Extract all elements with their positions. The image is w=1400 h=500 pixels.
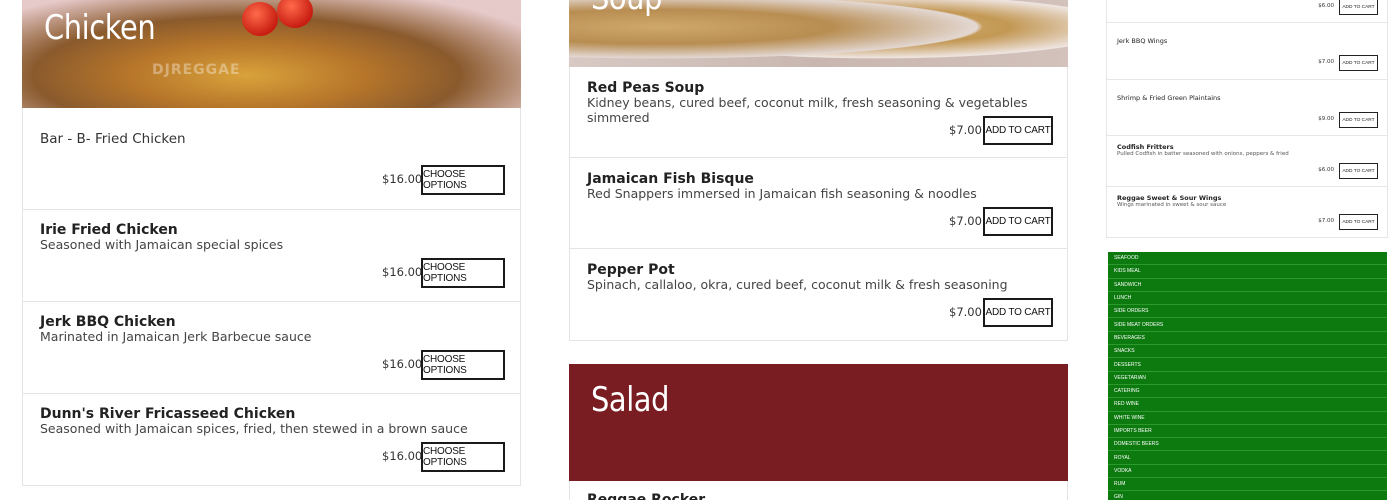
add-to-cart-button[interactable]: Add to Cart [1339,112,1378,128]
category-link[interactable]: Desserts [1108,358,1387,372]
item-name: Shrimp & Fried Green Plaintains [1117,94,1221,102]
item-price: $6.00 [1318,3,1334,9]
item-description: Marinated in Jamaican Jerk Barbecue sauc… [40,329,312,344]
chicken-section: DJREGGAE Chicken Bar - B- Fried Chicken … [22,0,521,486]
choose-options-button[interactable]: Choose Options [421,442,505,472]
choose-options-button[interactable]: Choose Options [421,350,505,380]
menu-item: Jerk BBQ Chicken Marinated in Jamaican J… [22,302,521,394]
tomato-decoration [277,0,313,28]
menu-item: Reggae Sweet & Sour Wings Wings marinate… [1106,187,1388,238]
category-link[interactable]: Vodka [1108,465,1387,479]
category-link[interactable]: Domestic Beers [1108,438,1387,452]
category-link[interactable]: Snacks [1108,345,1387,359]
item-description: Seasoned with Jamaican special spices [40,237,284,252]
salad-section-title: Salad [591,380,670,420]
chicken-section-title: Chicken [44,8,156,48]
category-link[interactable]: White Wine [1108,412,1387,425]
item-price: $7.00 [1318,59,1334,65]
menu-item: Pepper Pot Spinach, callaloo, okra, cure… [569,249,1068,341]
menu-item: Shrimp & Fried Green Plaintains $9.00 Ad… [1106,80,1388,136]
menu-item: Jamaican Fish Bisque Red Snappers immers… [569,158,1068,249]
add-to-cart-button[interactable]: Add to Cart [983,298,1053,327]
item-name: Bar - B- Fried Chicken [40,131,186,147]
item-name: Reggae Rocker [587,492,706,500]
add-to-cart-button[interactable]: Add to Cart [1339,163,1378,179]
add-to-cart-button[interactable]: Add to Cart [1339,0,1378,15]
menu-item: Bar - B- Fried Chicken $16.00 Choose Opt… [22,108,521,210]
soup-hero-image: Soup [569,0,1068,67]
chicken-hero-image: DJREGGAE Chicken [22,0,521,108]
choose-options-button[interactable]: Choose Options [421,165,505,195]
item-price: $16.00 [382,172,423,186]
category-menu: Seafood Kids Meal Sandwich Lunch Side Orders… [1108,252,1387,500]
menu-item: Dunn's River Fricasseed Chicken Seasoned… [22,394,521,486]
item-name: Reggae Sweet & Sour Wings [1117,194,1222,202]
category-link[interactable]: Side Orders [1108,305,1387,319]
item-description: Pulled Codfish in batter seasoned with o… [1117,151,1289,157]
item-price: $16.00 [382,265,423,279]
item-price: $6.00 [1318,167,1334,173]
item-price: $16.00 [382,449,423,463]
add-to-cart-button[interactable]: Add to Cart [983,207,1053,236]
menu-item: $6.00 Add to Cart [1106,0,1388,23]
item-price: $9.00 [1318,116,1334,122]
category-link[interactable]: Imports Beer [1108,425,1387,439]
item-price: $7.00 [949,123,982,137]
item-name: Codfish Fritters [1117,143,1174,151]
item-description: Red Snappers immersed in Jamaican fish s… [587,186,977,201]
menu-item: Jerk BBQ Wings $7.00 Add to Cart [1106,23,1388,80]
category-link[interactable]: Catering [1108,385,1387,399]
category-link[interactable]: Kids Meal [1108,265,1387,279]
choose-options-button[interactable]: Choose Options [421,258,505,288]
add-to-cart-button[interactable]: Add to Cart [983,116,1053,145]
soup-section-title: Soup [591,0,662,18]
item-name: Red Peas Soup [587,80,705,96]
item-name: Jerk BBQ Chicken [40,314,176,330]
item-description: Seasoned with Jamaican spices, fried, th… [40,421,468,436]
category-link[interactable]: Royal [1108,451,1387,465]
item-price: $7.00 [949,214,982,228]
salad-banner: Salad [569,364,1068,481]
watermark-logo: DJREGGAE [152,62,241,78]
add-to-cart-button[interactable]: Add to Cart [1339,214,1378,230]
tomato-decoration [242,2,278,36]
category-link[interactable]: Vegetarian [1108,372,1387,385]
item-name: Irie Fried Chicken [40,222,178,238]
item-name: Dunn's River Fricasseed Chicken [40,406,296,422]
category-link[interactable]: Rum [1108,478,1387,492]
category-link[interactable]: Seafood [1108,252,1387,266]
item-name: Jerk BBQ Wings [1117,37,1168,45]
item-name: Pepper Pot [587,262,675,278]
appetizer-list: $6.00 Add to Cart Jerk BBQ Wings $7.00 A… [1106,0,1388,238]
category-link[interactable]: Lunch [1108,292,1387,306]
item-description: Spinach, callaloo, okra, cured beef, coc… [587,277,1008,292]
item-price: $7.00 [1318,218,1334,224]
category-link[interactable]: Side Meat Orders [1108,318,1387,332]
category-link[interactable]: Gin [1108,491,1387,500]
item-price: $7.00 [949,305,982,319]
item-price: $16.00 [382,357,423,371]
menu-item: Reggae Rocker [569,481,1068,500]
menu-item: Codfish Fritters Pulled Codfish in batte… [1106,136,1388,187]
soup-section: Soup Red Peas Soup Kidney beans, cured b… [569,0,1068,500]
add-to-cart-button[interactable]: Add to Cart [1339,55,1378,71]
menu-item: Red Peas Soup Kidney beans, cured beef, … [569,67,1068,158]
item-description: Wings marinated in sweet & sour sauce [1117,202,1227,208]
item-name: Jamaican Fish Bisque [587,171,754,187]
category-link[interactable]: Red Wine [1108,398,1387,412]
category-link[interactable]: Beverages [1108,332,1387,346]
category-link[interactable]: Sandwich [1108,279,1387,292]
menu-item: Irie Fried Chicken Seasoned with Jamaica… [22,210,521,302]
